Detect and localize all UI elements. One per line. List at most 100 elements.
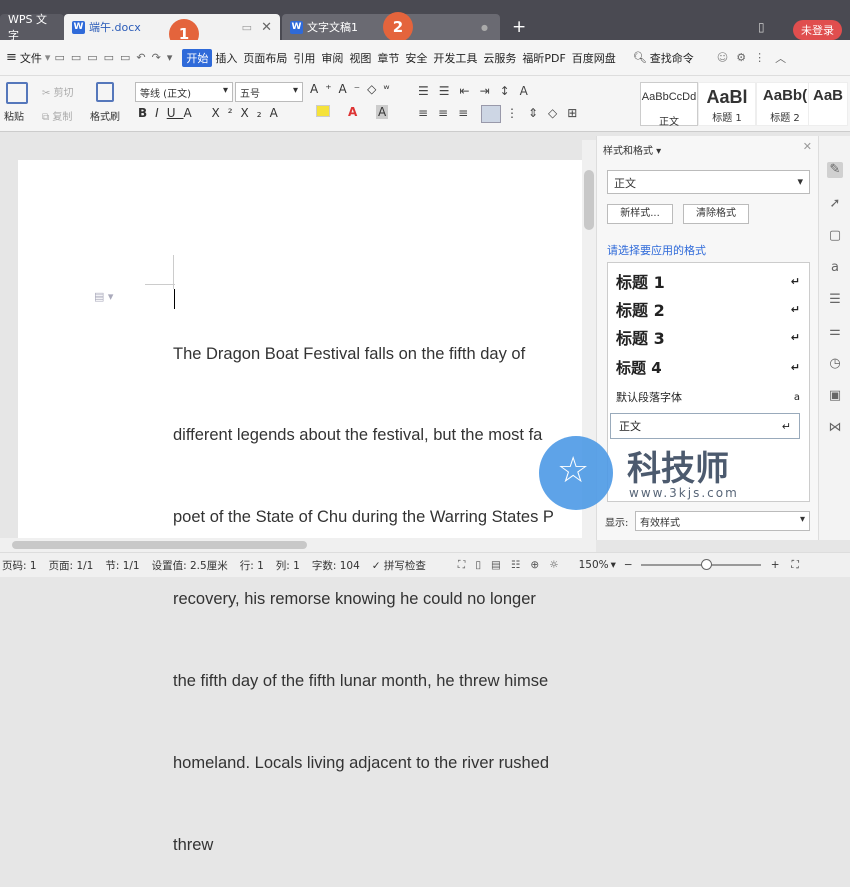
style-heading1[interactable]: AaBl 标题 1 xyxy=(698,82,756,126)
zoom-value[interactable]: 150% xyxy=(579,559,609,571)
menu-start[interactable]: 开始 xyxy=(182,48,213,67)
panel-title: 样式和格式 ▾ xyxy=(603,146,662,157)
justify-icon[interactable] xyxy=(481,105,501,123)
format-painter-icon[interactable] xyxy=(96,82,114,102)
close-tab-icon[interactable]: ✕ xyxy=(261,20,272,35)
font-size-select[interactable]: 五号 ▾ xyxy=(235,82,303,102)
lock-icon[interactable]: ▢ xyxy=(827,228,843,244)
pin-icon[interactable]: ▭ xyxy=(242,21,252,34)
paragraph-handle-icon[interactable]: ▤ ▾ xyxy=(94,290,113,303)
status-words[interactable]: 字数: 104 xyxy=(312,558,360,573)
zoom-in-icon[interactable]: + xyxy=(771,559,780,571)
style-preview: AaBl xyxy=(706,87,748,107)
close-panel-icon[interactable]: ✕ xyxy=(803,140,812,153)
style-heading2[interactable]: AaBb(标题 2 xyxy=(756,82,814,126)
format-painter-label[interactable]: 格式刷 xyxy=(90,108,120,123)
menu-insert[interactable]: 插入 xyxy=(212,50,240,66)
search-command[interactable]: 查找命令 xyxy=(647,50,697,66)
font-format-icons[interactable]: BIUA X²X₂A xyxy=(138,106,286,120)
hscroll-thumb[interactable] xyxy=(12,541,307,549)
format-heading3[interactable]: 标题 3 ↵ xyxy=(608,323,808,351)
history-icon[interactable]: ◷ xyxy=(827,356,843,372)
list-icons[interactable]: ☰☰⇤⇥↕A xyxy=(418,84,538,98)
current-style-select[interactable]: 正文 ▾ xyxy=(607,170,810,194)
format-normal[interactable]: 正文 ↵ xyxy=(610,413,800,439)
doc-tab2-label: 文字文稿1 xyxy=(307,21,358,34)
style-preview: AaB xyxy=(812,87,843,104)
menu-security[interactable]: 安全 xyxy=(402,50,430,66)
menu-chapter[interactable]: 章节 xyxy=(374,50,402,66)
right-toolbar: ✎ ➚ ▢ a ☰ ⚌ ◷ ▣ ⋈ xyxy=(818,136,850,540)
format-default-font[interactable]: 默认段落字体 a xyxy=(608,385,808,409)
menu-file[interactable]: 文件 xyxy=(17,50,45,66)
status-section: 节: 1/1 xyxy=(105,559,140,572)
paste-icon[interactable] xyxy=(6,82,28,104)
styles-panel: 样式和格式 ▾ ✕ 正文 ▾ 新样式... 清除格式 请选择要应用的格式 标题 1… xyxy=(539,136,818,540)
new-tab-icon[interactable]: + xyxy=(512,17,526,37)
text-line: homeland. Locals living adjacent to the … xyxy=(173,754,550,773)
watermark-brand: 科技师 xyxy=(627,449,729,489)
tab-dot-icon: ● xyxy=(481,22,488,32)
fit-page-icon[interactable]: ⛶ xyxy=(792,559,799,572)
share-icon[interactable]: ⋈ xyxy=(827,420,843,436)
spell-check-button[interactable]: ✓ 拼写检查 xyxy=(372,558,426,573)
format-heading4[interactable]: 标题 4 ↵ xyxy=(608,353,808,381)
search-icon[interactable]: 🔍︎ xyxy=(633,51,647,64)
menu-cloud[interactable]: 云服务 xyxy=(480,50,519,66)
menu-review[interactable]: 审阅 xyxy=(318,50,346,66)
translate-icon[interactable]: a xyxy=(827,260,843,276)
paste-label[interactable]: 粘贴 xyxy=(4,108,24,123)
more-icon[interactable]: ⋮ xyxy=(754,51,765,64)
menu-foxit-pdf[interactable]: 福昕PDF xyxy=(519,50,568,66)
feedback-icon[interactable]: ☺ xyxy=(717,51,728,64)
collapse-ribbon-icon[interactable]: ︿ xyxy=(775,50,786,66)
text-line: The Dragon Boat Festival falls on the fi… xyxy=(173,344,526,363)
copy-button[interactable]: ⧉ 复制 xyxy=(42,108,72,123)
image-icon[interactable]: ▣ xyxy=(827,388,843,404)
menu-reference[interactable]: 引用 xyxy=(290,50,318,66)
style-preview: AaBb( xyxy=(762,87,808,104)
style-heading3[interactable]: AaB xyxy=(808,82,848,126)
zoom-out-icon[interactable]: − xyxy=(624,559,633,571)
menu-dev-tools[interactable]: 开发工具 xyxy=(430,50,480,66)
chevron-down-icon[interactable]: ▾ xyxy=(45,51,51,64)
word-doc-icon: W xyxy=(72,20,85,34)
document-body[interactable]: The Dragon Boat Festival falls on the fi… xyxy=(173,286,581,887)
zoom-slider-thumb[interactable] xyxy=(700,559,712,570)
menu-layout[interactable]: 页面布局 xyxy=(240,50,290,66)
login-button[interactable]: 未登录 xyxy=(793,20,842,40)
outline-icon[interactable]: ☰ xyxy=(827,292,843,308)
horizontal-scrollbar[interactable] xyxy=(0,538,596,552)
text-line: different legends about the festival, bu… xyxy=(173,426,543,445)
font-select[interactable]: 等线 (正文) ▾ xyxy=(135,82,233,102)
format-heading1[interactable]: 标题 1 ↵ xyxy=(608,267,808,295)
hamburger-icon[interactable]: ≡ xyxy=(6,50,17,65)
style-normal[interactable]: AaBbCcDd 正文 xyxy=(640,82,698,128)
menu-baidu-disk[interactable]: 百度网盘 xyxy=(569,50,619,66)
status-setting: 设置值: 2.5厘米 xyxy=(151,559,228,572)
highlight-icon[interactable] xyxy=(316,105,330,117)
font-color-icon[interactable]: A xyxy=(348,105,357,119)
spacing-icons[interactable]: ⋮⇕◇⊞ xyxy=(506,106,587,120)
quick-access-icons[interactable]: ▭▭▭▭▭↶↷▾ xyxy=(54,51,178,64)
font-grow-shrink-icons[interactable]: A⁺A⁻◇ʷ xyxy=(310,82,397,96)
char-shading-icon[interactable]: A xyxy=(376,105,389,119)
app-tab[interactable]: WPS 文字 xyxy=(0,13,64,42)
gear-icon[interactable]: ⚙ xyxy=(736,51,746,64)
format-heading2[interactable]: 标题 2 ↵ xyxy=(608,295,808,323)
zoom-dropdown-icon[interactable]: ▾ xyxy=(611,559,616,571)
star-icon: ☆ xyxy=(557,450,590,491)
new-style-button[interactable]: 新样式... xyxy=(607,204,673,224)
cursor-icon[interactable]: ➚ xyxy=(827,196,843,212)
zoom-slider[interactable] xyxy=(640,559,761,570)
cut-button[interactable]: ✂ 剪切 xyxy=(42,84,74,99)
window-icon[interactable]: ▯ xyxy=(758,20,765,34)
clear-format-button[interactable]: 清除格式 xyxy=(683,204,749,224)
show-select[interactable]: 有效样式 ▾ xyxy=(635,511,810,531)
settings-slider-icon[interactable]: ⚌ xyxy=(827,324,843,340)
scroll-thumb[interactable] xyxy=(584,170,594,230)
view-mode-icons[interactable]: ⛶▯▤☷⊕☼ xyxy=(458,559,569,572)
pen-icon[interactable]: ✎ xyxy=(827,162,843,178)
align-icons[interactable]: ≡≡≡ xyxy=(418,106,478,120)
menu-view[interactable]: 视图 xyxy=(346,50,374,66)
